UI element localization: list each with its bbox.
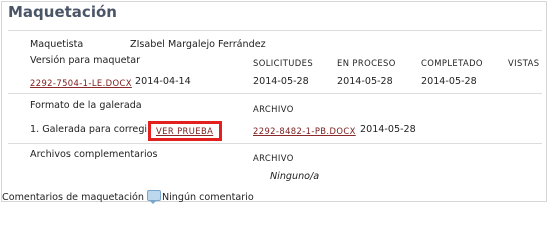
comments-section: Comentarios de maquetación Ningún comenta… [2,190,254,204]
galerada-date: 2014-05-28 [360,124,416,135]
maquetista-name: ZIsabel Margalejo Ferrández [130,39,266,50]
version-file-link[interactable]: 2292-7504-1-LE.DOCX [30,77,132,89]
version-label: Versión para maquetar [30,55,141,66]
version-date: 2014-04-14 [135,76,191,87]
comment-icon[interactable] [146,190,161,204]
comments-label: Comentarios de maquetación [2,192,144,203]
complementarios-value: Ninguno/a [270,171,320,182]
galerada-item: 1. Galerada para corregir [30,124,152,135]
maquetista-label: Maquetista [30,39,84,50]
highlight-box [148,121,222,141]
completado-header: COMPLETADO [421,58,483,68]
galerada-archivo-header: ARCHIVO [253,104,294,114]
divider [8,30,542,31]
complementarios-archivo-header: ARCHIVO [253,153,294,163]
galerada-label: Formato de la galerada [30,100,142,111]
solicitudes-header: SOLICITUDES [253,58,314,68]
divider [8,93,542,94]
vistas-header: VISTAS [508,58,540,68]
page-title: Maquetación [8,3,117,21]
comments-value: Ningún comentario [161,192,254,203]
en-proceso-header: EN PROCESO [337,58,396,68]
solicitudes-date: 2014-05-28 [253,76,309,87]
galerada-file-link[interactable]: 2292-8482-1-PB.DOCX [253,125,356,137]
divider [8,143,542,144]
completado-date: 2014-05-28 [421,76,477,87]
complementarios-label: Archivos complementarios [30,149,158,160]
en-proceso-date: 2014-05-28 [337,76,393,87]
